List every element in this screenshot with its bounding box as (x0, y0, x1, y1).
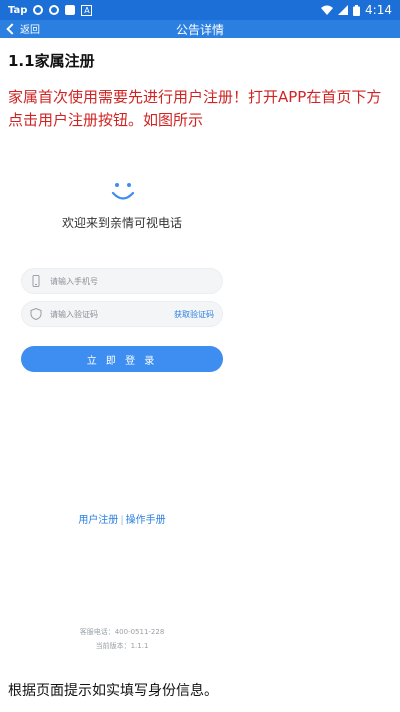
wifi-icon (321, 5, 334, 15)
page-title: 公告详情 (175, 23, 224, 37)
status-bar-right: 4:14 (321, 3, 392, 17)
register-link[interactable]: 用户注册 (78, 515, 118, 526)
article-intro: 家属首次使用需要先进行用户注册！打开APP在首页下方点击用户注册按钮。如图所示 (8, 88, 382, 129)
battery-icon (353, 4, 361, 16)
phone-placeholder: 请输入手机号 (50, 276, 98, 286)
phone-icon (32, 275, 40, 287)
welcome-text: 欢迎来到亲情可视电话 (61, 216, 182, 230)
status-bar: Tap A 4:14 (0, 0, 400, 20)
sync-icon (49, 5, 60, 15)
phone-input[interactable]: 请输入手机号 (21, 268, 223, 294)
app-notification-icon (65, 5, 76, 15)
login-button[interactable]: 立 即 登 录 (21, 346, 223, 372)
status-time: 4:14 (365, 3, 392, 17)
code-placeholder: 请输入验证码 (50, 309, 98, 319)
smile-logo-icon (111, 183, 135, 200)
signal-icon (338, 5, 349, 15)
service-hotline: 客服电话：400-0511-228 (79, 628, 165, 636)
code-input[interactable]: 请输入验证码 获取验证码 (21, 301, 223, 327)
nav-bar: 返回 公告详情 (0, 20, 400, 38)
article-heading: 1.1家属注册 (8, 52, 95, 70)
status-bar-left: Tap A (8, 4, 93, 16)
manual-link[interactable]: 操作手册 (126, 515, 166, 526)
status-app-label: Tap (8, 4, 28, 16)
app-version: 当前版本：1.1.1 (95, 642, 149, 650)
link-separator: | (120, 515, 124, 526)
article-closing: 根据页面提示如实填写身份信息。 (8, 683, 218, 699)
notification-icon (33, 5, 44, 15)
get-code-button[interactable]: 获取验证码 (174, 309, 214, 320)
footer-links: 用户注册 | 操作手册 (0, 511, 244, 526)
shield-icon (30, 308, 42, 320)
font-notification-icon: A (81, 4, 93, 16)
